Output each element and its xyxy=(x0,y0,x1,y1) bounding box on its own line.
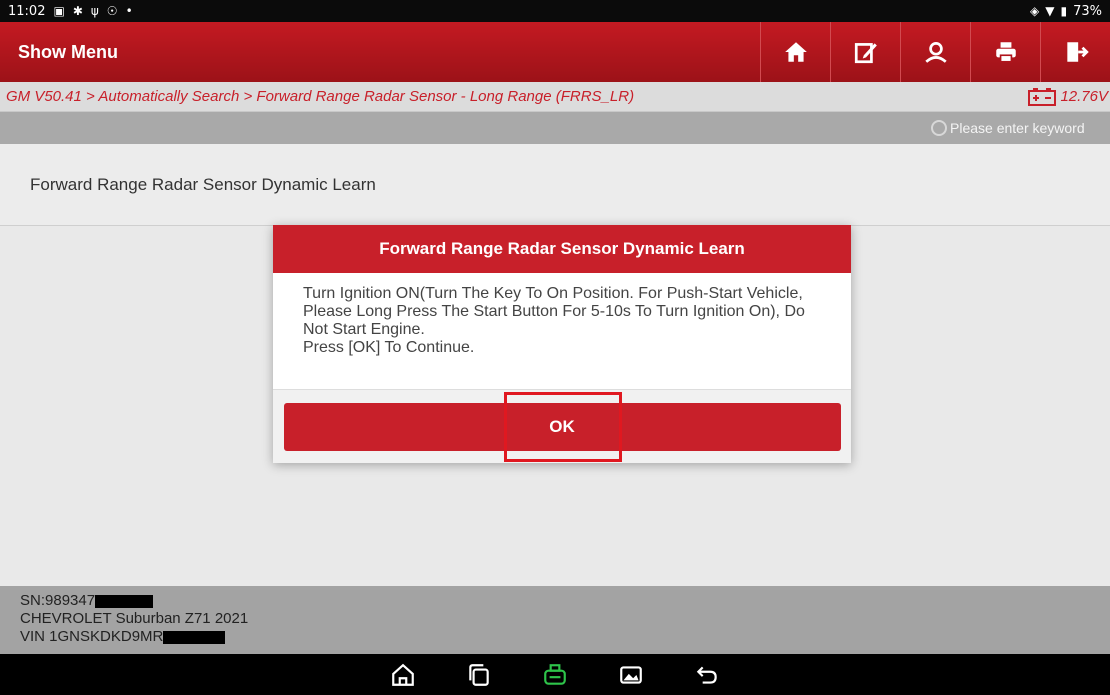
exit-button[interactable] xyxy=(1040,22,1110,82)
home-icon xyxy=(784,42,807,62)
page-title: Show Menu xyxy=(18,41,118,62)
vin-number: VIN 1GNSKDKD9MR xyxy=(20,628,164,645)
serial-number: SN:989347 xyxy=(20,592,96,609)
toolbar xyxy=(760,22,1110,82)
system-nav-bar xyxy=(0,654,1110,695)
dialog-prompt: Press [OK] To Continue. xyxy=(303,339,475,356)
bluetooth-notification-icon: ☉ xyxy=(106,4,118,18)
status-time: 11:02 xyxy=(8,3,46,19)
back-icon xyxy=(696,666,717,684)
print-icon xyxy=(995,42,1016,63)
account-icon xyxy=(924,41,947,63)
nav-home-button[interactable] xyxy=(365,654,441,695)
vibrate-icon: ◈ xyxy=(1030,4,1040,18)
more-notifications-icon: • xyxy=(125,4,133,18)
search-bar xyxy=(0,112,1110,144)
app-header: Show Menu xyxy=(0,22,1110,82)
image-notification-icon: ▣ xyxy=(53,4,65,18)
redaction xyxy=(95,594,154,608)
screenshot-icon xyxy=(620,665,642,684)
nav-vci-button[interactable] xyxy=(517,654,593,695)
recents-icon xyxy=(469,663,489,686)
nav-recents-button[interactable] xyxy=(441,654,517,695)
breadcrumb: GM V50.41 > Automatically Search > Forwa… xyxy=(0,82,1110,112)
ok-button-highlight xyxy=(504,392,622,462)
edit-button[interactable] xyxy=(830,22,900,82)
usb-notification-icon: ψ xyxy=(90,4,99,18)
nav-back-button[interactable] xyxy=(669,654,745,695)
dialog-message: Turn Ignition ON(Turn The Key To On Posi… xyxy=(303,285,805,338)
edit-icon xyxy=(854,43,877,64)
voltage-value: 12.76V xyxy=(1060,88,1108,105)
car-battery-icon xyxy=(1028,87,1057,106)
vci-icon xyxy=(544,663,566,685)
vehicle-info: SN:989347 CHEVROLET Suburban Z71 2021 VI… xyxy=(0,586,1110,654)
settings-notification-icon: ✱ xyxy=(72,4,83,18)
home-button[interactable] xyxy=(760,22,830,82)
search-input[interactable] xyxy=(950,120,1110,136)
home-outline-icon xyxy=(392,663,414,686)
search-box xyxy=(930,117,1110,139)
battery-voltage: 12.76V xyxy=(1027,87,1110,107)
vehicle-model: CHEVROLET Suburban Z71 2021 xyxy=(20,610,249,627)
dialog-body: Turn Ignition ON(Turn The Key To On Posi… xyxy=(273,273,851,389)
redaction xyxy=(163,630,226,644)
breadcrumb-path: GM V50.41 > Automatically Search > Forwa… xyxy=(6,88,635,105)
search-icon xyxy=(931,120,947,136)
status-bar: 11:02 ▣ ✱ ψ ☉ • ◈ ▼ ▮ 73% xyxy=(0,0,1110,22)
battery-icon: ▮ xyxy=(1060,4,1068,18)
print-button[interactable] xyxy=(970,22,1040,82)
list-item[interactable]: Forward Range Radar Sensor Dynamic Learn xyxy=(0,144,1110,226)
battery-level: 73% xyxy=(1073,3,1102,19)
dialog-title: Forward Range Radar Sensor Dynamic Learn xyxy=(273,225,851,273)
wifi-icon: ▼ xyxy=(1045,4,1055,18)
exit-icon xyxy=(1066,42,1089,62)
nav-screenshot-button[interactable] xyxy=(593,654,669,695)
account-button[interactable] xyxy=(900,22,970,82)
